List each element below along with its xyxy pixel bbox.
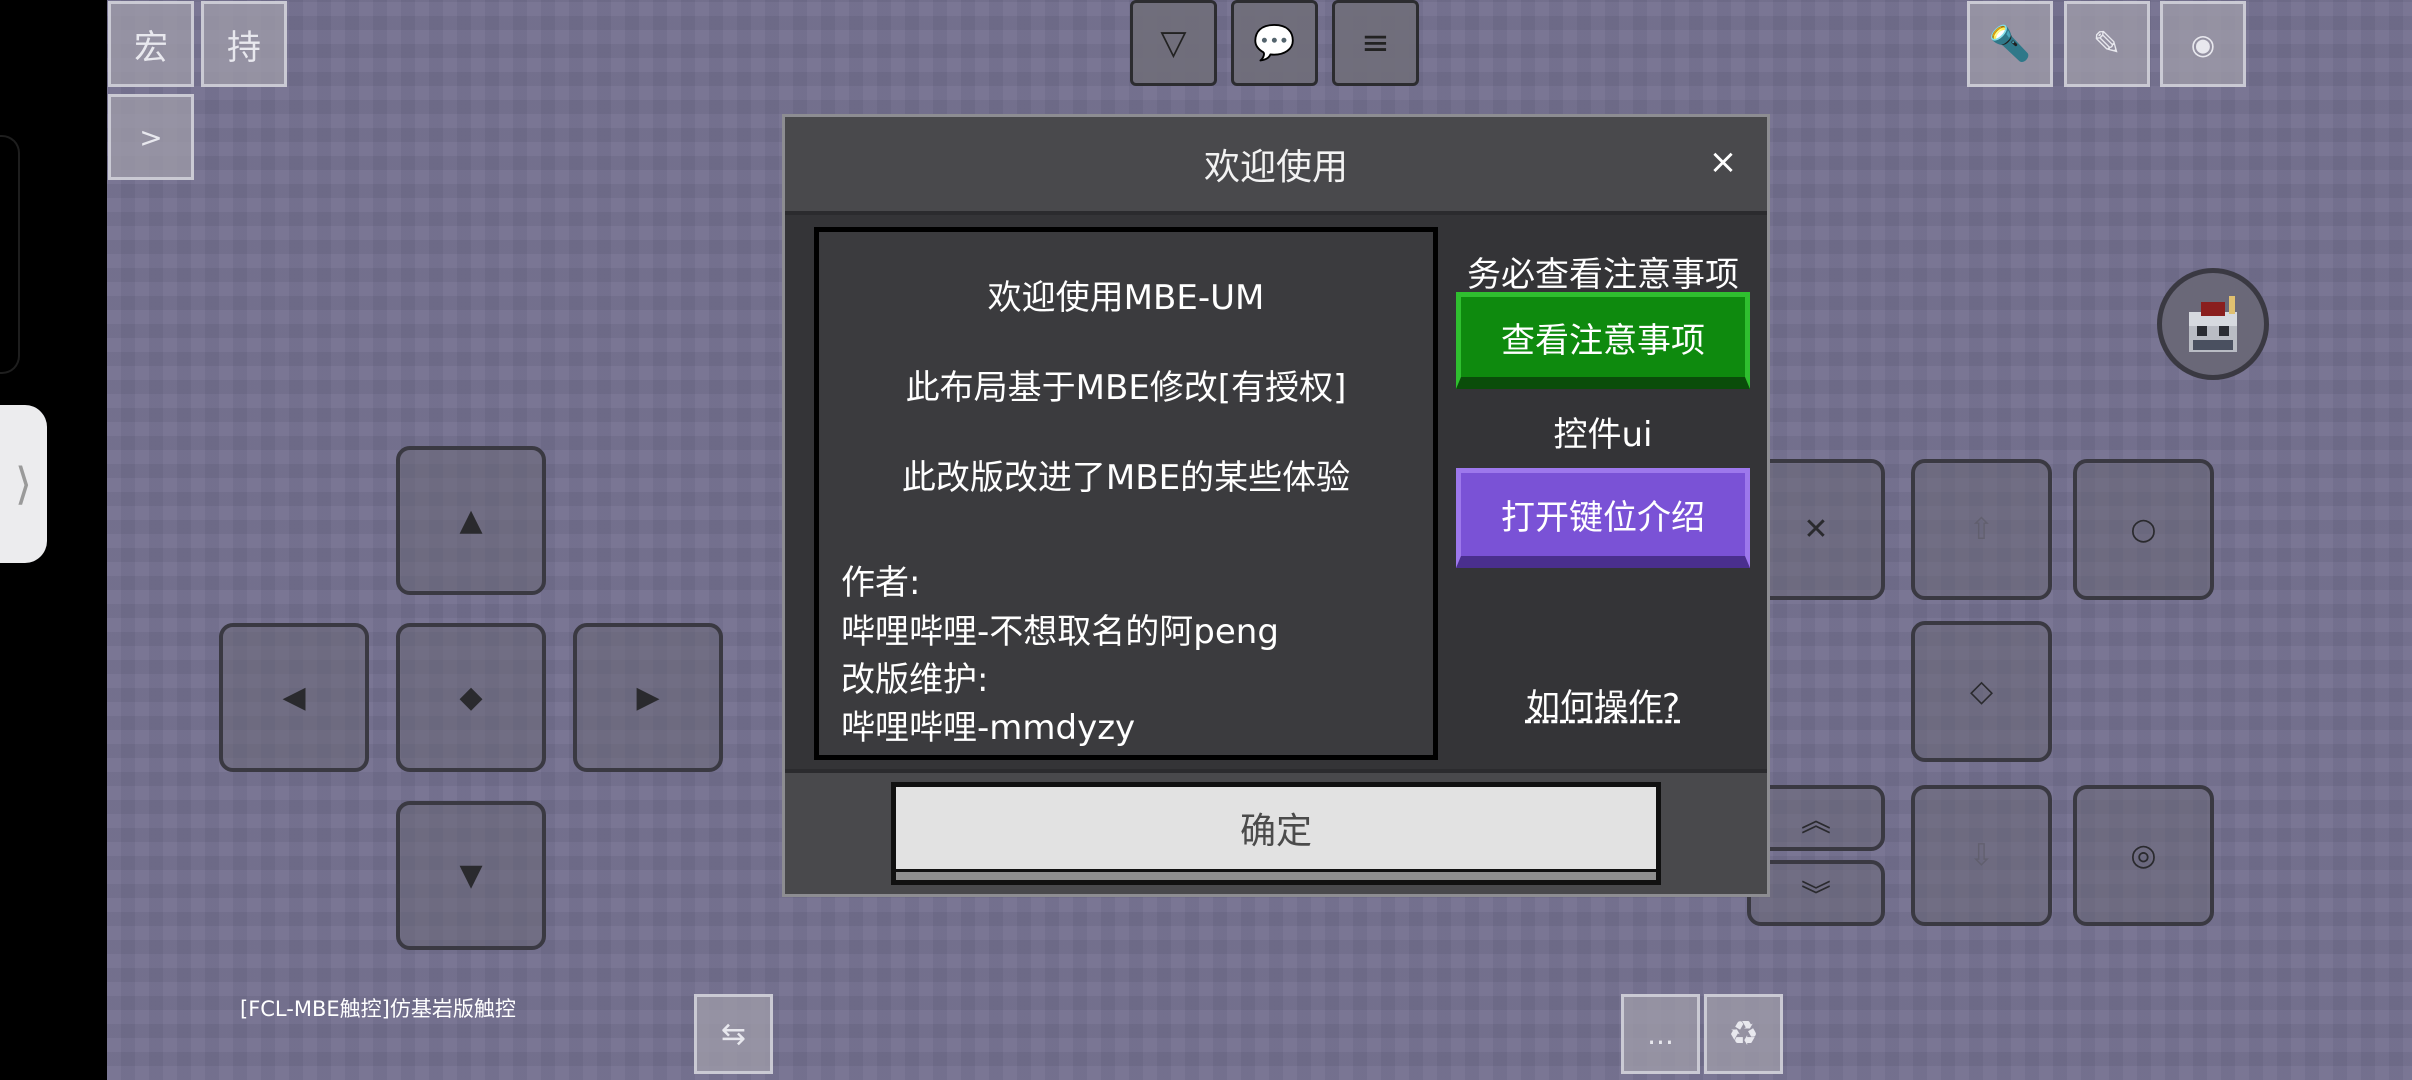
diamond-action-button[interactable]: ◇	[1911, 621, 2052, 762]
welcome-line: 欢迎使用MBE-UM	[987, 278, 1265, 318]
author-name: 哔哩哔哩-不想取名的阿peng	[841, 612, 1279, 652]
based-on-line: 此布局基于MBE修改[有授权]	[905, 368, 1347, 408]
hamburger-icon: ≡	[1361, 23, 1390, 63]
shift-up-button[interactable]: ⇧	[1911, 459, 2052, 600]
arrow-right-icon: ▶	[636, 680, 660, 715]
circle-icon: ○	[2130, 512, 2157, 547]
edit-layout-button[interactable]: ✎	[2064, 1, 2150, 87]
avatar-icon	[2189, 296, 2237, 352]
double-chevron-down-icon: ︾	[1801, 879, 1831, 914]
arrow-down-icon: ▼	[459, 858, 483, 893]
swap-icon: ⇆	[720, 1016, 747, 1052]
inventory-button[interactable]: ▽	[1130, 0, 1217, 86]
hold-label: 持	[227, 27, 261, 68]
screen-notch	[0, 135, 20, 374]
dpad-down-button[interactable]: ▼	[396, 801, 546, 950]
arrow-left-icon: ◀	[282, 680, 306, 715]
arrow-up-icon: ▲	[459, 503, 483, 538]
record-button[interactable]: ◉	[2160, 1, 2246, 87]
side-drawer-handle[interactable]: ⟩	[0, 405, 47, 563]
arrow-down-outline-icon: ⇩	[1968, 838, 1995, 873]
welcome-dialog: 欢迎使用 × 欢迎使用MBE-UM 此布局基于MBE修改[有授权] 此改版改进了…	[782, 114, 1770, 897]
more-button[interactable]: ...	[1621, 994, 1700, 1074]
record-icon: ◉	[2190, 27, 2216, 61]
open-keys-label: 打开键位介绍	[1501, 498, 1705, 538]
view-notice-label: 查看注意事项	[1501, 320, 1705, 361]
torch-button[interactable]: 🔦	[1967, 1, 2053, 87]
expand-button[interactable]: >	[108, 94, 194, 180]
recycle-button[interactable]: ♻	[1704, 994, 1783, 1074]
improved-line: 此改版改进了MBE的某些体验	[901, 458, 1351, 498]
double-chevron-up-icon: ︽	[1801, 804, 1831, 839]
diamond-icon: ◆	[459, 680, 483, 715]
torch-icon: 🔦	[1988, 24, 2032, 64]
close-icon: ✕	[1803, 512, 1829, 547]
dialog-actions-column: 务必查看注意事项 查看注意事项 控件ui 打开键位介绍 如何操作?	[1451, 227, 1755, 760]
dialog-message-box: 欢迎使用MBE-UM 此布局基于MBE修改[有授权] 此改版改进了MBE的某些体…	[814, 227, 1438, 760]
menu-button[interactable]: ≡	[1332, 0, 1419, 86]
dialog-close-button[interactable]: ×	[1703, 142, 1743, 182]
more-icon: ...	[1647, 1017, 1674, 1051]
close-icon: ×	[1708, 142, 1738, 182]
dpad-left-button[interactable]: ◀	[219, 623, 369, 772]
author-label: 作者:	[841, 563, 921, 603]
swap-button[interactable]: ⇆	[694, 994, 773, 1074]
notice-hint: 务必查看注意事项	[1467, 255, 1739, 295]
howto-link[interactable]: 如何操作?	[1451, 679, 1755, 728]
recycle-icon: ♻	[1728, 1014, 1759, 1054]
maintainer-label: 改版维护:	[841, 660, 989, 700]
chat-icon: 💬	[1253, 23, 1296, 63]
confirm-button[interactable]: 确定	[891, 782, 1661, 885]
arrow-up-outline-icon: ⇧	[1968, 512, 1995, 547]
dpad-center-button[interactable]: ◆	[396, 623, 546, 772]
macro-button[interactable]: 宏	[108, 1, 194, 87]
maintainer-name: 哔哩哔哩-mmdyzy	[841, 708, 1136, 748]
target-icon: ◎	[2130, 838, 2157, 873]
shift-down-button[interactable]: ⇩	[1911, 785, 2052, 926]
dialog-footer: 确定	[785, 769, 1767, 894]
layout-name-label: [FCL-MBE触控]仿基岩版触控	[240, 997, 516, 1021]
macro-label: 宏	[134, 27, 168, 68]
howto-label: 如何操作?	[1525, 687, 1681, 727]
dpad-right-button[interactable]: ▶	[573, 623, 723, 772]
controls-ui-label: 控件ui	[1553, 415, 1653, 455]
dpad-up-button[interactable]: ▲	[396, 446, 546, 595]
dialog-header: 欢迎使用 ×	[785, 117, 1767, 215]
player-avatar[interactable]	[2157, 268, 2269, 380]
chevron-right-icon: ⟩	[14, 458, 33, 510]
expand-icon: >	[139, 120, 163, 154]
circle-action-button[interactable]: ○	[2073, 459, 2214, 600]
confirm-label: 确定	[1239, 811, 1312, 852]
open-keys-button[interactable]: 打开键位介绍	[1456, 468, 1750, 568]
target-action-button[interactable]: ◎	[2073, 785, 2214, 926]
view-notice-button[interactable]: 查看注意事项	[1456, 292, 1750, 389]
hold-button[interactable]: 持	[201, 1, 287, 87]
chat-button[interactable]: 💬	[1231, 0, 1318, 86]
dialog-title: 欢迎使用	[1203, 147, 1348, 188]
pencil-icon: ✎	[2092, 24, 2122, 64]
diamond-outline-icon: ◇	[1969, 674, 1994, 709]
triangle-down-icon: ▽	[1160, 23, 1187, 63]
